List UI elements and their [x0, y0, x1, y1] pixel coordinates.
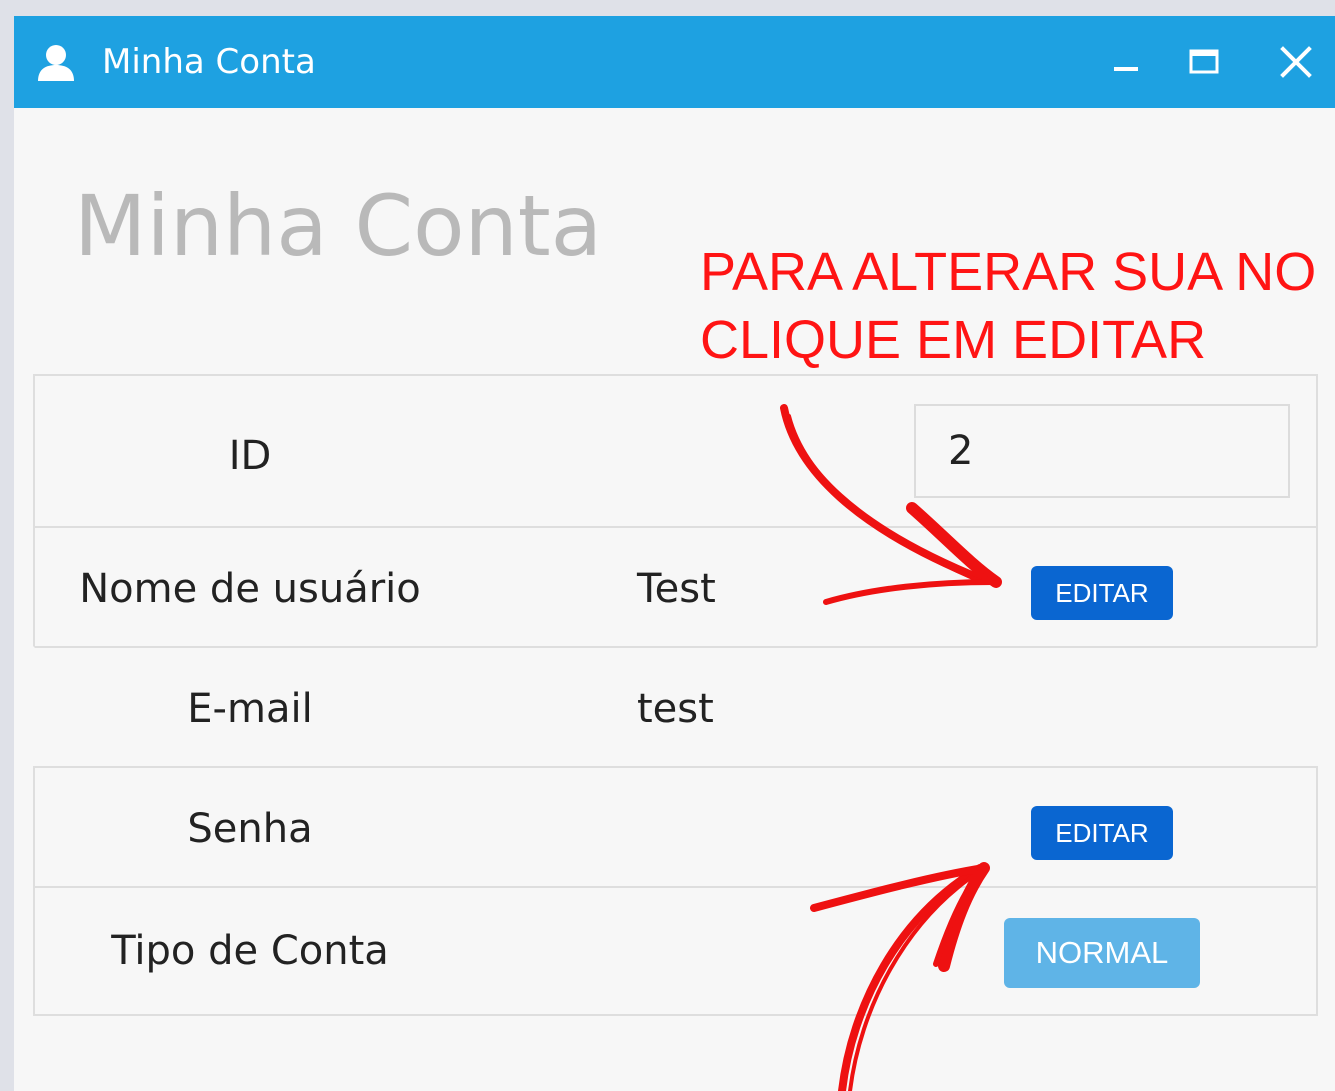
page-title: Minha Conta: [74, 177, 603, 275]
email-value: test: [637, 686, 714, 732]
annotation-line-2: CLIQUE EM EDITAR: [700, 310, 1207, 370]
account-type-button[interactable]: NORMAL: [1004, 918, 1200, 988]
id-label: ID: [228, 433, 272, 479]
window-title: Minha Conta: [102, 42, 316, 82]
password-row: Senha EDITAR: [33, 766, 1318, 886]
username-label: Nome de usuário: [79, 566, 421, 612]
annotation-line-1: PARA ALTERAR SUA NO: [700, 242, 1317, 302]
id-field[interactable]: [914, 404, 1290, 498]
minimize-button[interactable]: [1098, 34, 1154, 90]
username-value: Test: [637, 566, 716, 612]
password-label: Senha: [187, 806, 313, 852]
annotation-text: PARA ALTERAR SUA NO CLIQUE EM EDITAR: [700, 238, 1316, 374]
id-row: ID: [33, 374, 1318, 526]
close-button[interactable]: [1268, 34, 1324, 90]
email-row: E-mail test: [33, 646, 1318, 766]
account-window: Minha Conta Minha Conta PARA ALTERAR SUA…: [14, 16, 1335, 1091]
edit-username-button[interactable]: EDITAR: [1031, 566, 1173, 620]
email-label: E-mail: [187, 686, 313, 732]
maximize-icon: [1189, 49, 1219, 74]
account-form: ID Nome de usuário Test EDITAR E-mail te…: [33, 374, 1318, 1016]
account-type-row: Tipo de Conta NORMAL: [33, 886, 1318, 1016]
edit-password-button[interactable]: EDITAR: [1031, 806, 1173, 860]
title-bar[interactable]: Minha Conta: [14, 16, 1335, 108]
maximize-button[interactable]: [1176, 34, 1232, 90]
minimize-icon: [1114, 67, 1138, 71]
close-icon: [1280, 46, 1312, 78]
account-type-label: Tipo de Conta: [111, 928, 389, 974]
user-icon: [36, 44, 76, 82]
username-row: Nome de usuário Test EDITAR: [33, 526, 1318, 646]
